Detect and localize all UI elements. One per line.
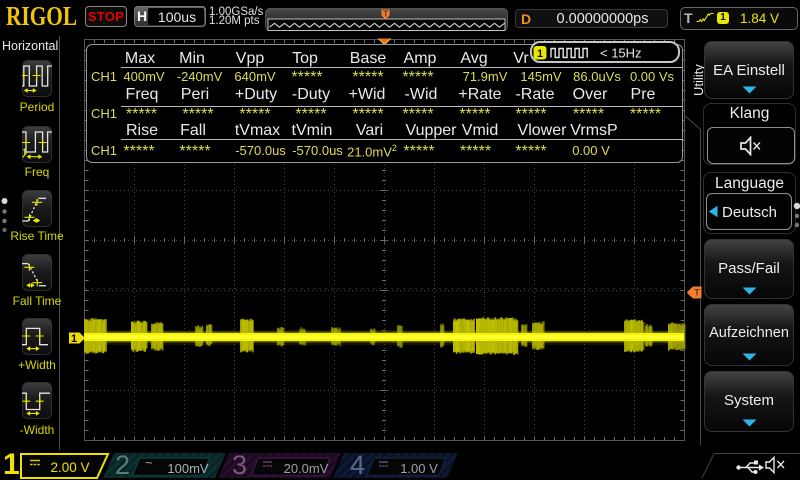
svg-text:T: T: [694, 288, 700, 298]
svg-text:T: T: [383, 10, 388, 19]
